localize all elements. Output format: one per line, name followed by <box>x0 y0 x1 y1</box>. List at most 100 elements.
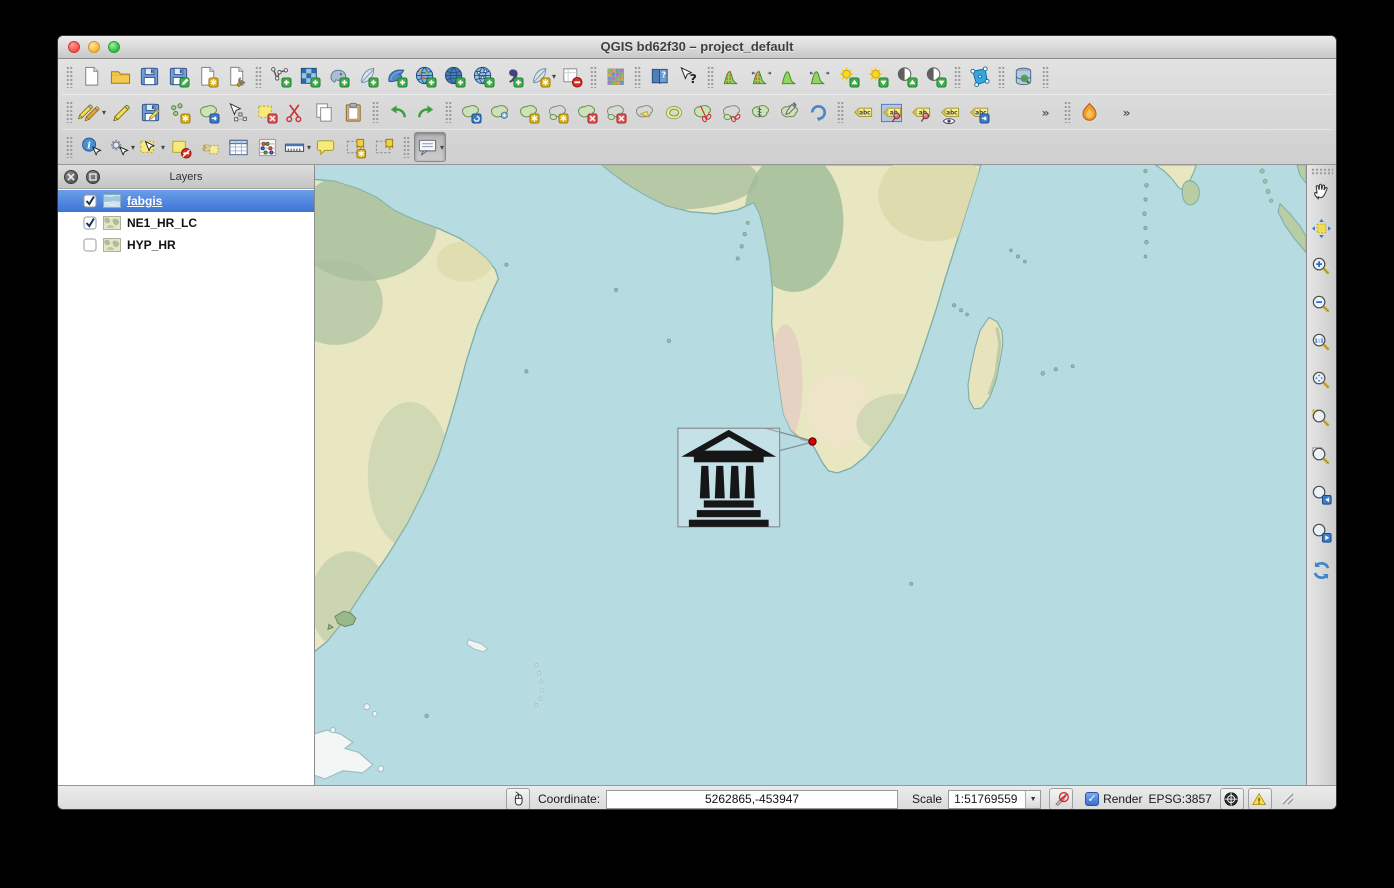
add-postgis-layer-button[interactable] <box>324 62 353 92</box>
zoom-in-button[interactable] <box>1308 255 1336 283</box>
resize-grip[interactable] <box>1280 791 1294 808</box>
feature-action-button[interactable]: ▾ <box>106 132 136 162</box>
toolbar-overflow-2-button[interactable]: » <box>1112 97 1141 127</box>
add-raster-layer-button[interactable] <box>295 62 324 92</box>
local-cumulative-stretch-button[interactable] <box>776 62 805 92</box>
toolbar-handle[interactable] <box>1311 168 1333 175</box>
identify-features-button[interactable]: i <box>77 132 106 162</box>
add-wcs-layer-button[interactable] <box>440 62 469 92</box>
composer-manager-button[interactable] <box>222 62 251 92</box>
layers-panel-header[interactable]: Layers <box>58 165 314 189</box>
layer-item-hyp_hr[interactable]: HYP_HR <box>58 234 314 256</box>
undo-button[interactable] <box>383 97 412 127</box>
toolbar-handle[interactable] <box>837 101 844 123</box>
reshape-features-button[interactable] <box>630 97 659 127</box>
topology-checker-button[interactable] <box>965 62 994 92</box>
zoom-full-button[interactable] <box>1308 369 1336 397</box>
layer-item-ne1_hr_lc[interactable]: NE1_HR_LC <box>58 212 314 234</box>
merge-features-button[interactable] <box>746 97 775 127</box>
offset-curve-button[interactable] <box>659 97 688 127</box>
new-print-composer-button[interactable] <box>193 62 222 92</box>
zoom-to-selection-button[interactable] <box>1308 407 1336 435</box>
save-project-button[interactable] <box>135 62 164 92</box>
decrease-brightness-button[interactable] <box>863 62 892 92</box>
float-panel-icon[interactable] <box>86 170 100 184</box>
add-vector-layer-button[interactable] <box>266 62 295 92</box>
zoom-next-button[interactable] <box>1308 521 1336 549</box>
new-shapefile-layer-button[interactable]: ▾ <box>527 62 557 92</box>
delete-selected-button[interactable] <box>252 97 281 127</box>
rotate-feature-button[interactable] <box>456 97 485 127</box>
toolbar-handle[interactable] <box>1064 101 1071 123</box>
add-spatialite-layer-button[interactable] <box>353 62 382 92</box>
add-delimited-text-layer-button[interactable] <box>498 62 527 92</box>
toolbar-handle[interactable] <box>66 101 73 123</box>
save-edits-button[interactable] <box>136 97 165 127</box>
crs-status-icon[interactable] <box>1220 788 1244 810</box>
add-wfs-layer-button[interactable] <box>469 62 498 92</box>
pan-map-button[interactable] <box>1308 179 1336 207</box>
text-annotation-button[interactable]: ▾ <box>414 132 446 162</box>
manage-plugins-button[interactable] <box>601 62 630 92</box>
toolbar-handle[interactable] <box>998 66 1005 88</box>
zoom-to-layer-button[interactable] <box>1308 445 1336 473</box>
map-tips-button[interactable] <box>312 132 341 162</box>
new-project-button[interactable] <box>77 62 106 92</box>
increase-brightness-button[interactable] <box>834 62 863 92</box>
db-manager-button[interactable] <box>1009 62 1038 92</box>
move-label-button[interactable]: abc <box>964 97 993 127</box>
layer-item-fabgis[interactable]: fabgis <box>58 190 314 212</box>
select-by-expression-button[interactable]: ε <box>195 132 224 162</box>
deselect-all-button[interactable] <box>166 132 195 162</box>
mouse-coordinate-icon[interactable] <box>506 788 530 810</box>
move-feature-button[interactable] <box>194 97 223 127</box>
rotate-point-symbols-button[interactable] <box>804 97 833 127</box>
toolbar-handle[interactable] <box>1042 66 1049 88</box>
toolbar-overflow-button[interactable]: » <box>1031 97 1060 127</box>
remove-layer-button[interactable] <box>557 62 586 92</box>
split-features-button[interactable] <box>688 97 717 127</box>
add-mssql-layer-button[interactable] <box>382 62 411 92</box>
new-bookmark-button[interactable] <box>341 132 370 162</box>
redo-button[interactable] <box>412 97 441 127</box>
add-feature-button[interactable] <box>165 97 194 127</box>
current-edits-button[interactable]: ▾ <box>77 97 107 127</box>
toolbar-handle[interactable] <box>66 136 73 158</box>
select-features-button[interactable]: ▾ <box>136 132 166 162</box>
increase-contrast-button[interactable] <box>892 62 921 92</box>
layer-visibility-checkbox[interactable] <box>83 216 97 230</box>
add-ring-button[interactable] <box>514 97 543 127</box>
labeling-options-button[interactable]: abc <box>848 97 877 127</box>
toolbar-handle[interactable] <box>707 66 714 88</box>
help-contents-button[interactable]: ? <box>645 62 674 92</box>
toolbar-handle[interactable] <box>255 66 262 88</box>
layer-visibility-checkbox[interactable] <box>83 238 97 252</box>
zoom-actual-button[interactable]: 1:1 <box>1308 331 1336 359</box>
chevron-down-icon[interactable]: ▼ <box>1025 791 1040 808</box>
zoom-last-button[interactable] <box>1308 483 1336 511</box>
toolbar-handle[interactable] <box>66 66 73 88</box>
zoom-out-button[interactable] <box>1308 293 1336 321</box>
open-project-button[interactable] <box>106 62 135 92</box>
copy-features-button[interactable] <box>310 97 339 127</box>
flame-plugin-button[interactable] <box>1075 97 1104 127</box>
cut-features-button[interactable] <box>281 97 310 127</box>
toolbar-handle[interactable] <box>954 66 961 88</box>
delete-part-button[interactable] <box>601 97 630 127</box>
toolbar-handle[interactable] <box>372 101 379 123</box>
titlebar[interactable]: QGIS bd62f30 – project_default <box>58 36 1336 59</box>
toolbar-handle[interactable] <box>590 66 597 88</box>
add-part-button[interactable] <box>543 97 572 127</box>
toolbar-handle[interactable] <box>403 136 410 158</box>
add-wms-layer-button[interactable] <box>411 62 440 92</box>
show-hide-labels-button[interactable]: abc <box>935 97 964 127</box>
close-panel-icon[interactable] <box>64 170 78 184</box>
whats-this-button[interactable]: ? <box>674 62 703 92</box>
stop-render-icon[interactable] <box>1049 788 1073 810</box>
local-histogram-stretch-button[interactable] <box>718 62 747 92</box>
pin-unpin-labels-button[interactable]: ab <box>877 97 906 127</box>
field-calculator-button[interactable] <box>253 132 282 162</box>
delete-ring-button[interactable] <box>572 97 601 127</box>
toolbar-handle[interactable] <box>634 66 641 88</box>
show-bookmarks-button[interactable] <box>370 132 399 162</box>
